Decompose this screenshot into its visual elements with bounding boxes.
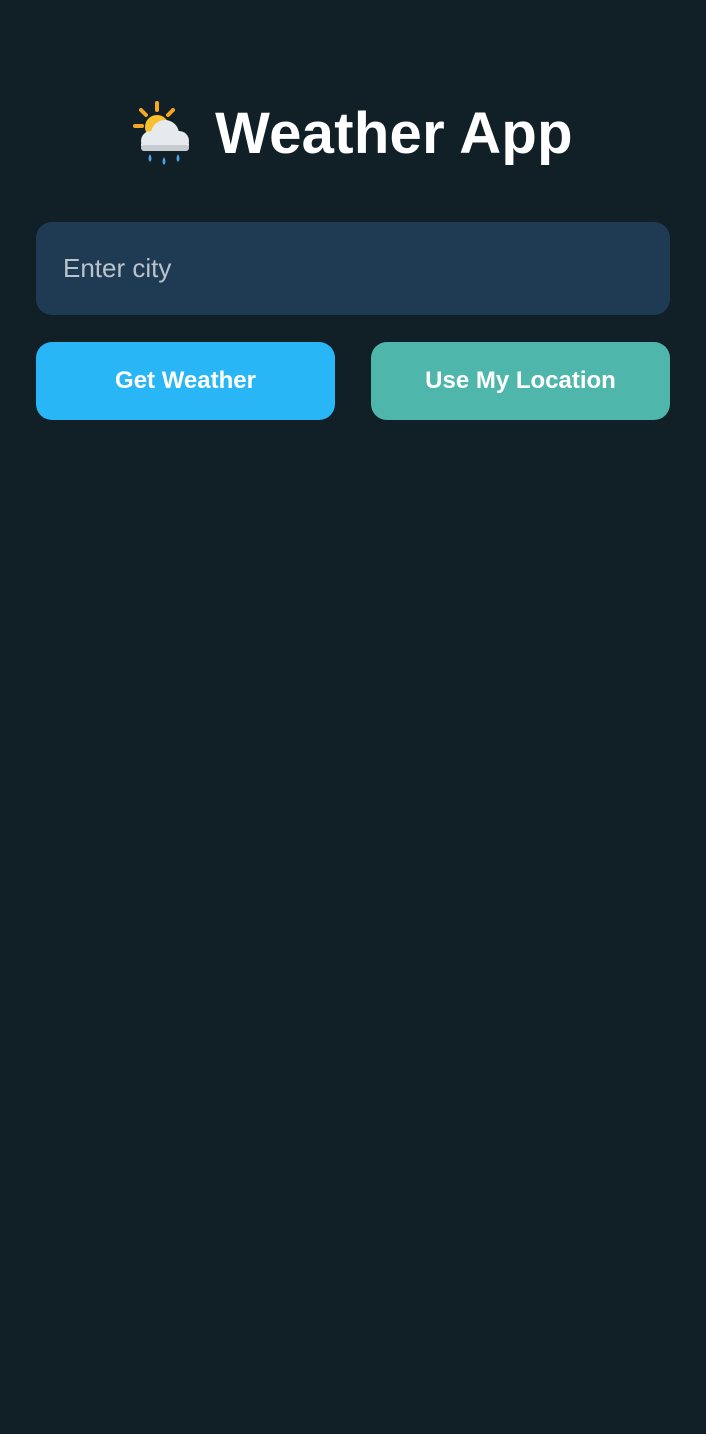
weather-app: Weather App Get Weather Use My Location bbox=[0, 0, 706, 1434]
app-title: Weather App bbox=[215, 101, 573, 166]
city-search-input[interactable] bbox=[36, 222, 670, 315]
get-weather-button[interactable]: Get Weather bbox=[36, 342, 335, 420]
use-my-location-button[interactable]: Use My Location bbox=[371, 342, 670, 420]
app-header: Weather App bbox=[0, 92, 706, 176]
sun-behind-rain-cloud-icon bbox=[133, 101, 190, 165]
